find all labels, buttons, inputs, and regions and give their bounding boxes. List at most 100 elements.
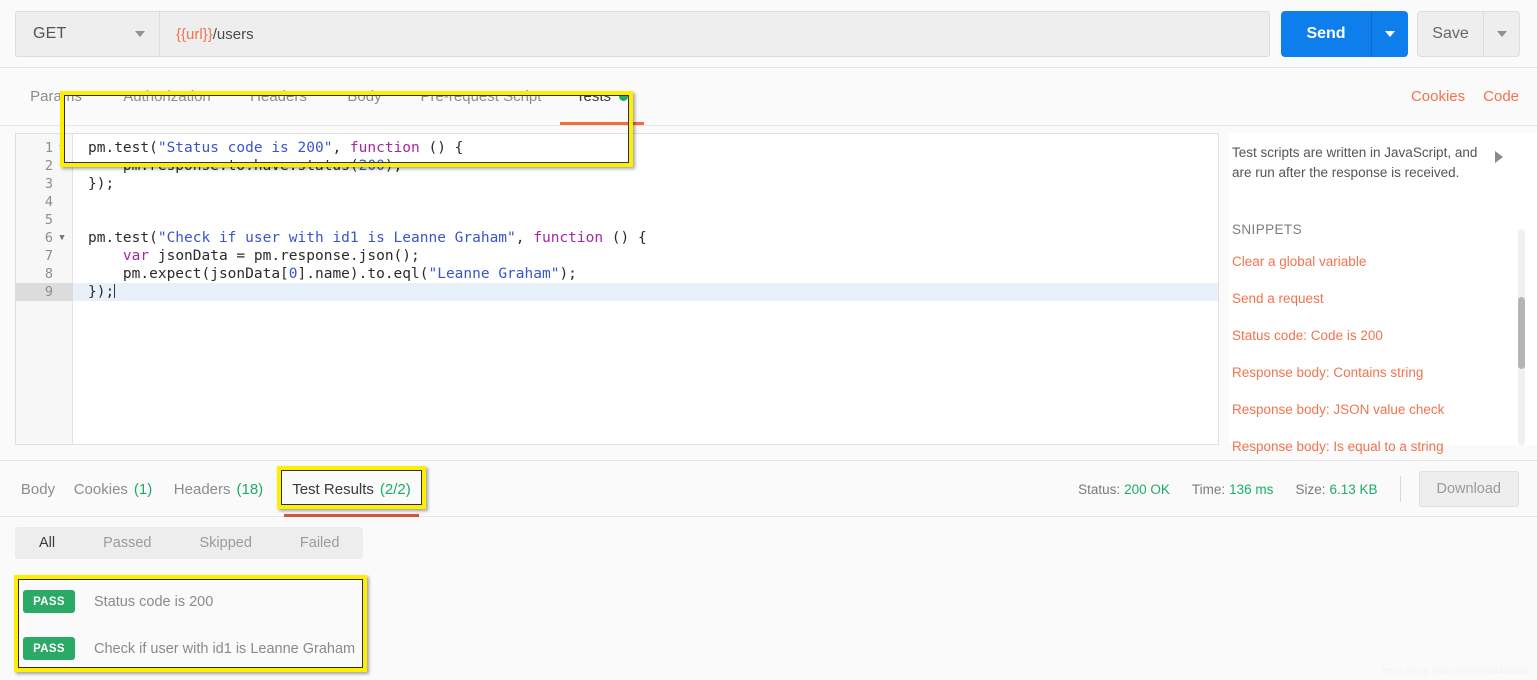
snippet-item-label: Response body: Contains string [1232, 365, 1423, 380]
editor-line-number: 2 [16, 157, 73, 175]
code-token: pm.test( [88, 140, 158, 156]
code-token: function [533, 230, 603, 246]
response-tab-bar: Body Cookies (1) Headers (18) Test Resul… [0, 460, 1537, 517]
editor-line-text: var jsonData = pm.response.json(); [88, 247, 420, 265]
filter-label: Passed [103, 535, 151, 551]
http-method-label: GET [33, 25, 67, 43]
download-button[interactable]: Download [1419, 471, 1520, 507]
tests-script-editor[interactable]: 1▼pm.test("Status code is 200", function… [15, 133, 1219, 445]
send-options-button[interactable] [1372, 11, 1408, 57]
tab-label: Cookies [74, 481, 128, 498]
editor-code-content[interactable]: 1▼pm.test("Status code is 200", function… [16, 139, 1218, 301]
tab-body[interactable]: Body [336, 68, 393, 125]
editor-line[interactable]: 4 [16, 193, 1218, 211]
tab-label: Authorization [123, 88, 211, 105]
time-value: 136 ms [1229, 482, 1273, 497]
snippets-scrollbar[interactable] [1518, 229, 1525, 445]
snippet-item-label: Response body: JSON value check [1232, 402, 1444, 417]
snippet-item[interactable]: Response body: JSON value check [1232, 391, 1497, 428]
test-results-list: PASS Status code is 200 PASSCheck if user … [15, 578, 367, 672]
tab-pre-request-script[interactable]: Pre-request Script [401, 68, 561, 125]
test-result-name: Status code is 200 [94, 594, 213, 610]
snippets-scrollbar-thumb[interactable] [1518, 297, 1525, 369]
tab-tests[interactable]: Tests [560, 68, 644, 125]
http-method-select[interactable]: GET [16, 12, 160, 56]
tab-headers[interactable]: Headers [239, 68, 318, 125]
code-token: 200 [359, 158, 385, 174]
postman-app-window: GET {{url}}/users Send Save Params Autho… [0, 0, 1537, 680]
tab-count: (1) [134, 481, 152, 498]
snippets-description: Test scripts are written in JavaScript, … [1232, 143, 1490, 183]
play-triangle-icon[interactable] [1495, 151, 1503, 163]
test-result-row[interactable]: PASS Status code is 200 [15, 578, 367, 625]
response-status: Status:200 OK [1078, 482, 1170, 497]
status-value: 200 OK [1124, 482, 1170, 497]
request-url-input[interactable]: {{url}}/users [160, 12, 1269, 56]
green-dot-icon [619, 92, 628, 101]
filter-passed[interactable]: Passed [79, 527, 175, 559]
filter-label: All [39, 535, 55, 551]
response-tab-test-results[interactable]: Test Results (2/2) [284, 461, 419, 517]
save-button[interactable]: Save [1418, 12, 1484, 56]
filter-failed[interactable]: Failed [276, 527, 364, 559]
method-and-url-group: GET {{url}}/users [15, 11, 1270, 57]
chevron-down-icon [135, 31, 145, 37]
tab-params[interactable]: Params [18, 68, 94, 125]
response-meta-group: Status:200 OK Time:136 ms Size:6.13 KB D… [1078, 461, 1519, 517]
save-button-group: Save [1417, 11, 1520, 57]
editor-line[interactable]: 3}); [16, 175, 1218, 193]
filter-label: Failed [300, 535, 340, 551]
test-status-badge: PASS [23, 637, 75, 660]
active-tab-underline [560, 122, 644, 125]
cookies-link[interactable]: Cookies [1411, 88, 1465, 105]
snippet-item[interactable]: Status code: Code is 200 [1232, 317, 1497, 354]
snippet-item[interactable]: Clear a global variable [1232, 243, 1497, 280]
code-token [88, 248, 123, 264]
code-link[interactable]: Code [1483, 88, 1519, 105]
tab-label: Test Results [292, 481, 374, 498]
filter-skipped[interactable]: Skipped [176, 527, 276, 559]
url-path-token: /users [213, 26, 254, 43]
editor-line[interactable]: 7 var jsonData = pm.response.json(); [16, 247, 1218, 265]
editor-line[interactable]: 6▼pm.test("Check if user with id1 is Lea… [16, 229, 1218, 247]
code-fold-arrow-icon[interactable]: ▼ [57, 229, 67, 247]
save-options-button[interactable] [1484, 12, 1519, 56]
response-tab-cookies[interactable]: Cookies (1) [63, 461, 163, 517]
snippet-item-label: Clear a global variable [1232, 254, 1366, 269]
editor-line-text: pm.test("Check if user with id1 is Leann… [88, 229, 647, 247]
chevron-down-icon [1497, 31, 1507, 37]
response-time: Time:136 ms [1192, 482, 1274, 497]
response-tab-headers[interactable]: Headers (18) [163, 461, 274, 517]
editor-line[interactable]: 1▼pm.test("Status code is 200", function… [16, 139, 1218, 157]
code-token: , [516, 230, 533, 246]
tab-count: (2/2) [380, 481, 411, 498]
code-fold-arrow-icon[interactable]: ▼ [57, 139, 67, 157]
tab-count: (18) [237, 481, 264, 498]
code-token: pm.expect(jsonData[ [88, 266, 289, 282]
test-status-badge: PASS [23, 590, 75, 613]
editor-line[interactable]: 5 [16, 211, 1218, 229]
tab-label: Body [21, 481, 55, 498]
tab-authorization[interactable]: Authorization [104, 68, 230, 125]
url-variable-token: {{url}} [176, 26, 213, 43]
code-token: "Leanne Graham" [428, 266, 559, 282]
test-result-filter-group: All Passed Skipped Failed [15, 527, 363, 559]
text-cursor [114, 284, 115, 298]
send-button[interactable]: Send [1281, 11, 1372, 57]
tab-label: Body [347, 88, 381, 105]
snippet-item[interactable]: Send a request [1232, 280, 1497, 317]
snippet-item[interactable]: Response body: Contains string [1232, 354, 1497, 391]
code-token: ); [385, 158, 402, 174]
response-size: Size:6.13 KB [1295, 482, 1377, 497]
editor-line[interactable]: 8 pm.expect(jsonData[0].name).to.eql("Le… [16, 265, 1218, 283]
snippet-item-label: Response body: Is equal to a string [1232, 439, 1444, 454]
tab-label: Tests [576, 88, 611, 105]
test-result-row[interactable]: PASSCheck if user with id1 is Leanne Gra… [15, 625, 367, 672]
response-tab-body[interactable]: Body [13, 461, 63, 517]
editor-line[interactable]: 9}); [16, 283, 1218, 301]
editor-line[interactable]: 2 pm.response.to.have.status(200); [16, 157, 1218, 175]
filter-all[interactable]: All [15, 527, 79, 559]
code-token: () { [420, 140, 464, 156]
request-url-bar: GET {{url}}/users Send Save [0, 0, 1537, 68]
code-token: var [123, 248, 149, 264]
